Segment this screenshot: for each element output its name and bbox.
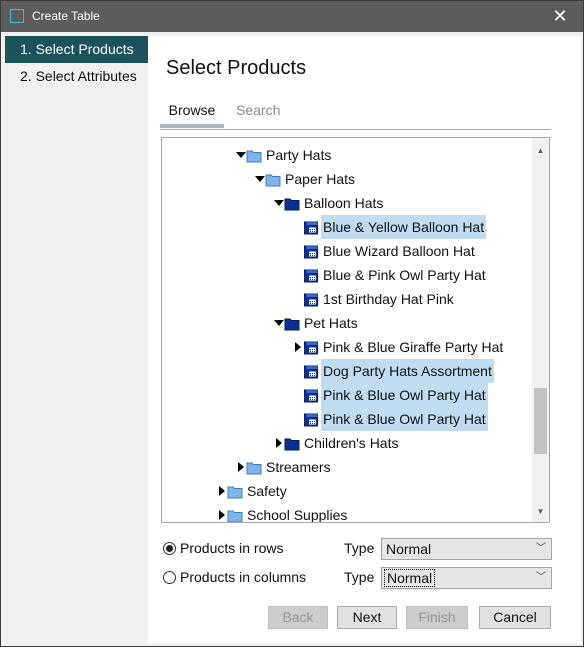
tree-row[interactable]: Blue Wizard Balloon Hat bbox=[162, 239, 532, 263]
chevron-down-icon: ﹀ bbox=[536, 543, 546, 554]
main-panel: Select Products Browse Search School Sup… bbox=[148, 36, 581, 644]
wizard-steps-nav: 1. Select Products 2. Select Attributes bbox=[5, 36, 148, 591]
tree-row[interactable]: Paper Hats bbox=[162, 167, 532, 191]
tree-row[interactable]: Blue & Pink Owl Party Hat bbox=[162, 263, 532, 287]
columns-type-label: Type bbox=[344, 569, 375, 585]
product-icon bbox=[303, 287, 321, 311]
rows-type-select[interactable]: Normal ﹀ bbox=[381, 538, 552, 560]
nav-step-select-products[interactable]: 1. Select Products bbox=[5, 36, 148, 63]
tree-row-label[interactable]: Pink & Blue Giraffe Party Hat bbox=[321, 335, 505, 359]
tree-row-label[interactable]: Pink & Blue Owl Party Hat bbox=[321, 407, 488, 431]
scroll-up-arrow-icon[interactable]: ▲ bbox=[532, 142, 549, 159]
rows-type-value: Normal bbox=[386, 541, 432, 557]
scroll-thumb[interactable] bbox=[534, 388, 547, 454]
finish-button[interactable]: Finish bbox=[406, 606, 468, 629]
tree-row[interactable]: Blue & Yellow Balloon Hat bbox=[162, 215, 532, 239]
columns-option: Products in columns Type Normal ﹀ bbox=[162, 566, 554, 590]
tree-row[interactable]: School Supplies bbox=[162, 503, 532, 522]
product-icon bbox=[303, 263, 321, 287]
tree-row-label[interactable]: Blue & Pink Owl Party Hat bbox=[321, 263, 488, 287]
folder-open-icon bbox=[246, 143, 264, 167]
product-icon bbox=[303, 239, 321, 263]
tree-row[interactable]: Pink & Blue Owl Party Hat bbox=[162, 383, 532, 407]
folder-open-icon bbox=[227, 503, 245, 522]
tree-scrollbar[interactable]: ▲ ▼ bbox=[532, 138, 549, 522]
tree-row-label[interactable]: Safety bbox=[245, 479, 289, 503]
products-in-columns-label[interactable]: Products in columns bbox=[180, 569, 306, 585]
folder-blue-icon bbox=[284, 191, 302, 215]
rows-type-label: Type bbox=[344, 540, 375, 556]
tree-row-label[interactable]: Streamers bbox=[264, 455, 333, 479]
close-button[interactable]: ✕ bbox=[537, 1, 583, 32]
tree-row[interactable]: Children's Hats bbox=[162, 431, 532, 455]
folder-open-icon bbox=[265, 167, 283, 191]
product-icon bbox=[303, 335, 321, 359]
tree-row-label[interactable]: 1st Birthday Hat Pink bbox=[321, 287, 456, 311]
tree-row-label[interactable]: School Supplies bbox=[245, 503, 349, 522]
tab-browse[interactable]: Browse bbox=[160, 100, 224, 128]
tree-row-label[interactable]: Paper Hats bbox=[283, 167, 357, 191]
create-table-dialog: Create Table ✕ 1. Select Products 2. Sel… bbox=[0, 0, 584, 647]
tab-search[interactable]: Search bbox=[236, 100, 280, 128]
page-title: Select Products bbox=[166, 57, 307, 79]
tree-row[interactable]: 1st Birthday Hat Pink bbox=[162, 287, 532, 311]
tree-row[interactable]: Party Hats bbox=[162, 143, 532, 167]
tree-row-label[interactable]: Party Hats bbox=[264, 143, 333, 167]
products-in-columns-radio[interactable] bbox=[163, 571, 176, 584]
next-button[interactable]: Next bbox=[337, 606, 397, 629]
tree-row-label[interactable]: Children's Hats bbox=[302, 431, 401, 455]
products-in-rows-label[interactable]: Products in rows bbox=[180, 540, 283, 556]
cancel-button[interactable]: Cancel bbox=[479, 606, 551, 629]
product-icon bbox=[303, 359, 321, 383]
products-in-rows-radio[interactable] bbox=[163, 542, 176, 555]
tree-row[interactable]: Pet Hats bbox=[162, 311, 532, 335]
tree-row[interactable]: Dog Party Hats Assortment bbox=[162, 359, 532, 383]
tree-row[interactable]: Streamers bbox=[162, 455, 532, 479]
columns-type-value: Normal bbox=[384, 569, 436, 587]
columns-type-select[interactable]: Normal ﹀ bbox=[381, 567, 552, 589]
back-button[interactable]: Back bbox=[268, 606, 328, 629]
tab-bar: Browse Search bbox=[160, 98, 551, 130]
folder-open-icon bbox=[246, 455, 264, 479]
window-title: Create Table bbox=[32, 9, 100, 23]
folder-open-icon bbox=[227, 479, 245, 503]
product-icon bbox=[303, 215, 321, 239]
scroll-down-arrow-icon[interactable]: ▼ bbox=[532, 503, 549, 520]
tree-row-label[interactable]: Blue & Yellow Balloon Hat bbox=[321, 215, 487, 239]
tree-row-label[interactable]: Balloon Hats bbox=[302, 191, 385, 215]
product-icon bbox=[303, 383, 321, 407]
folder-blue-icon bbox=[284, 311, 302, 335]
tree-row-label[interactable]: Dog Party Hats Assortment bbox=[321, 359, 494, 383]
tree-row[interactable]: Balloon Hats bbox=[162, 191, 532, 215]
tree-row-label[interactable]: Blue Wizard Balloon Hat bbox=[321, 239, 477, 263]
product-tree[interactable]: School Supplies Safety Streamers Children's… bbox=[161, 137, 550, 523]
folder-blue-icon bbox=[284, 431, 302, 455]
tree-row-label[interactable]: Pet Hats bbox=[302, 311, 360, 335]
rows-option: Products in rows Type Normal ﹀ bbox=[162, 537, 554, 561]
tree-row[interactable]: Pink & Blue Owl Party Hat bbox=[162, 407, 532, 431]
product-icon bbox=[303, 407, 321, 431]
title-bar[interactable]: Create Table ✕ bbox=[1, 1, 583, 32]
app-icon bbox=[10, 9, 24, 23]
tree-row[interactable]: Pink & Blue Giraffe Party Hat bbox=[162, 335, 532, 359]
tree-row[interactable]: Safety bbox=[162, 479, 532, 503]
tree-row-label[interactable]: Pink & Blue Owl Party Hat bbox=[321, 383, 488, 407]
chevron-down-icon: ﹀ bbox=[536, 572, 546, 583]
nav-step-select-attributes[interactable]: 2. Select Attributes bbox=[5, 63, 148, 90]
